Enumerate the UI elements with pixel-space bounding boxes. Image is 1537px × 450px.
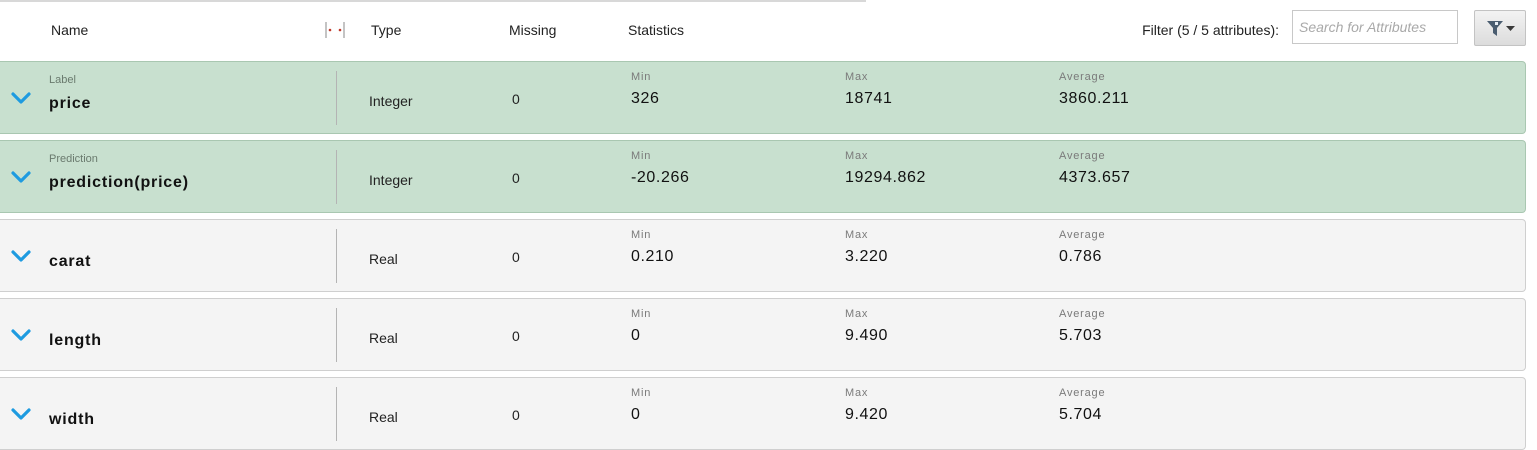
attribute-name: width <box>49 411 95 428</box>
header-type[interactable]: Type <box>371 22 401 38</box>
column-divider <box>336 308 337 362</box>
average-label: Average <box>1059 150 1106 162</box>
average-label: Average <box>1059 387 1106 399</box>
min-value: 0 <box>631 406 641 423</box>
max-label: Max <box>845 387 869 399</box>
header-statistics[interactable]: Statistics <box>628 22 684 38</box>
average-value: 5.704 <box>1059 406 1103 423</box>
average-value: 0.786 <box>1059 248 1103 265</box>
expand-chevron-icon[interactable] <box>11 249 31 263</box>
attribute-role: Prediction <box>49 153 98 165</box>
average-value: 4373.657 <box>1059 169 1131 186</box>
attribute-name: prediction(price) <box>49 174 189 191</box>
max-label: Max <box>845 229 869 241</box>
attribute-type: Real <box>369 409 398 425</box>
attribute-type: Real <box>369 330 398 346</box>
column-divider <box>336 387 337 441</box>
attribute-name: carat <box>49 253 92 270</box>
search-attributes-input[interactable] <box>1292 10 1458 44</box>
attribute-name: price <box>49 95 92 112</box>
average-label: Average <box>1059 229 1106 241</box>
attribute-row[interactable]: Prediction prediction(price) Integer 0 M… <box>0 140 1526 213</box>
filter-dropdown-button[interactable] <box>1474 10 1526 46</box>
missing-count: 0 <box>512 91 520 107</box>
min-label: Min <box>631 150 652 162</box>
expand-chevron-icon[interactable] <box>11 91 31 105</box>
min-value: 0.210 <box>631 248 675 265</box>
max-value: 18741 <box>845 90 893 107</box>
expand-chevron-icon[interactable] <box>11 407 31 421</box>
column-divider <box>336 150 337 204</box>
attribute-type: Integer <box>369 93 413 109</box>
missing-count: 0 <box>512 170 520 186</box>
attribute-row[interactable]: width Real 0 Min 0 Max 9.420 Average 5.7… <box>0 377 1526 450</box>
column-divider <box>336 229 337 283</box>
header-name[interactable]: Name <box>51 22 88 38</box>
min-label: Min <box>631 229 652 241</box>
max-value: 3.220 <box>845 248 889 265</box>
min-label: Min <box>631 308 652 320</box>
column-divider <box>336 71 337 125</box>
column-resize-icon[interactable] <box>324 20 346 40</box>
attribute-row[interactable]: Label price Integer 0 Min 326 Max 18741 … <box>0 61 1526 134</box>
min-label: Min <box>631 387 652 399</box>
attribute-role: Label <box>49 74 76 86</box>
attribute-row[interactable]: length Real 0 Min 0 Max 9.490 Average 5.… <box>0 298 1526 371</box>
max-value: 9.490 <box>845 327 889 344</box>
column-header: Name Type Missing Statistics Filter (5 /… <box>0 0 1537 60</box>
min-label: Min <box>631 71 652 83</box>
max-label: Max <box>845 150 869 162</box>
missing-count: 0 <box>512 407 520 423</box>
attribute-type: Real <box>369 251 398 267</box>
min-value: 0 <box>631 327 641 344</box>
missing-count: 0 <box>512 249 520 265</box>
max-value: 19294.862 <box>845 169 927 186</box>
min-value: 326 <box>631 90 660 107</box>
max-label: Max <box>845 71 869 83</box>
min-value: -20.266 <box>631 169 690 186</box>
average-value: 5.703 <box>1059 327 1103 344</box>
average-label: Average <box>1059 308 1106 320</box>
attribute-name: length <box>49 332 102 349</box>
attribute-row[interactable]: carat Real 0 Min 0.210 Max 3.220 Average… <box>0 219 1526 292</box>
attribute-type: Integer <box>369 172 413 188</box>
max-label: Max <box>845 308 869 320</box>
max-value: 9.420 <box>845 406 889 423</box>
missing-count: 0 <box>512 328 520 344</box>
expand-chevron-icon[interactable] <box>11 170 31 184</box>
header-missing[interactable]: Missing <box>509 22 556 38</box>
average-label: Average <box>1059 71 1106 83</box>
filter-label: Filter (5 / 5 attributes): <box>1142 22 1279 38</box>
expand-chevron-icon[interactable] <box>11 328 31 342</box>
funnel-dropdown-icon <box>1487 21 1515 36</box>
average-value: 3860.211 <box>1059 90 1130 107</box>
